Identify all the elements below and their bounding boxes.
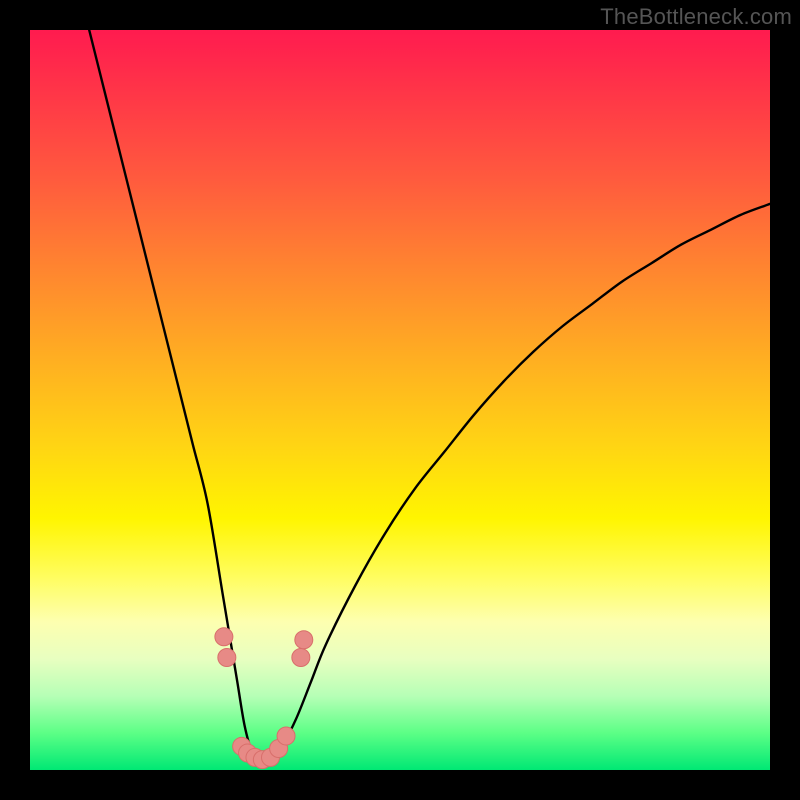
data-marker (292, 649, 310, 667)
bottleneck-curve (89, 30, 770, 761)
markers-group (215, 628, 313, 769)
data-marker (277, 727, 295, 745)
attribution-text: TheBottleneck.com (600, 4, 792, 30)
plot-area (30, 30, 770, 770)
data-marker (295, 631, 313, 649)
data-marker (215, 628, 233, 646)
chart-svg (30, 30, 770, 770)
data-marker (218, 649, 236, 667)
chart-frame: TheBottleneck.com (0, 0, 800, 800)
